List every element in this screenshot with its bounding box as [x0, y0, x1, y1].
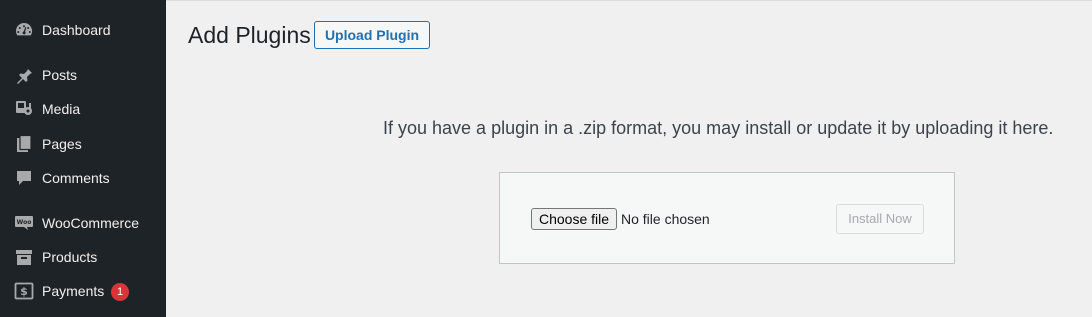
- payments-icon: $: [14, 282, 34, 300]
- sidebar-item-label: Posts: [42, 67, 78, 83]
- sidebar-item-media[interactable]: Media: [0, 92, 166, 126]
- svg-text:$: $: [20, 285, 28, 298]
- sidebar-item-label: Media: [42, 101, 81, 117]
- admin-sidebar: Dashboard Posts Media Pages Comments Woo…: [0, 0, 166, 317]
- pin-icon: [14, 66, 34, 84]
- sidebar-item-label: WooCommerce: [42, 215, 139, 231]
- page-title: Add Plugins: [188, 22, 311, 48]
- sidebar-item-products[interactable]: Products: [0, 240, 166, 274]
- sidebar-item-label: Comments: [42, 170, 110, 186]
- file-status-text: No file chosen: [621, 211, 710, 227]
- svg-text:Woo: Woo: [17, 219, 32, 226]
- sidebar-item-payments[interactable]: $ Payments 1: [0, 274, 166, 308]
- sidebar-item-label: Payments: [42, 283, 105, 299]
- archive-icon: [14, 248, 34, 266]
- pages-icon: [14, 135, 34, 153]
- woocommerce-icon: Woo: [14, 214, 34, 232]
- upload-plugin-form: Choose file No file chosen Install Now: [499, 172, 955, 264]
- content-divider: [166, 0, 1092, 1]
- install-now-button[interactable]: Install Now: [836, 204, 924, 234]
- sidebar-item-posts[interactable]: Posts: [0, 58, 166, 92]
- sidebar-item-label: Products: [42, 249, 98, 265]
- media-icon: [14, 100, 34, 118]
- sidebar-item-label: Dashboard: [42, 22, 111, 38]
- sidebar-item-pages[interactable]: Pages: [0, 127, 166, 161]
- sidebar-item-woocommerce[interactable]: Woo WooCommerce: [0, 206, 166, 240]
- upload-plugin-button[interactable]: Upload Plugin: [314, 21, 430, 49]
- comment-icon: [14, 169, 34, 187]
- sidebar-item-dashboard[interactable]: Dashboard: [0, 13, 166, 47]
- sidebar-item-comments[interactable]: Comments: [0, 161, 166, 195]
- upload-help-text: If you have a plugin in a .zip format, y…: [383, 118, 1054, 138]
- notification-badge: 1: [111, 283, 129, 301]
- sidebar-item-label: Pages: [42, 136, 82, 152]
- choose-file-button[interactable]: Choose file: [531, 208, 617, 230]
- dashboard-icon: [14, 21, 34, 39]
